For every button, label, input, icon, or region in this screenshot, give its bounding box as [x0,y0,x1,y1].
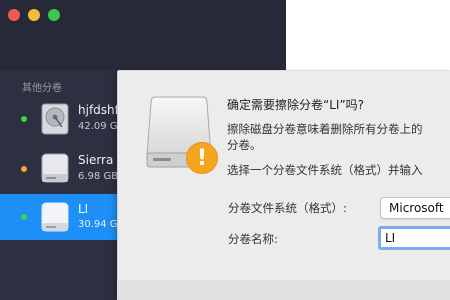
dialog-button-area [117,280,450,300]
status-dot [21,214,27,220]
warning-icon: ! [186,142,218,174]
format-label: 分卷文件系统（格式）: [228,201,347,215]
zoom-window-button[interactable] [48,9,60,21]
disk-size: 42.09 G [78,121,118,132]
sidebar-item-sierra[interactable]: Sierra 6.98 GB [0,146,130,192]
sidebar-section-label: 其他分卷 [22,83,62,94]
dialog-instruction: 选择一个分卷文件系统（格式）并输入 [227,163,423,177]
disk-size: 30.94 G [78,219,118,230]
disk-name: Sierra [78,153,114,167]
dialog-description-line-1: 擦除磁盘分卷意味着删除所有分卷上的 [227,122,423,136]
volume-disk-icon [41,153,69,183]
sidebar-item-hjfdshf[interactable]: hjfdshf 42.09 G [0,96,130,142]
close-window-button[interactable] [8,9,20,21]
volume-name-input[interactable]: LI [378,226,450,250]
status-dot [21,116,27,122]
disk-name: LI [78,202,89,216]
disk-name: hjfdshf [78,103,119,117]
sidebar-item-li[interactable]: LI 30.94 G [0,194,130,240]
minimize-window-button[interactable] [28,9,40,21]
dialog-description: 擦除磁盘分卷意味着删除所有分卷上的 分卷。 [227,121,450,153]
disk-size: 6.98 GB [78,171,119,182]
title-bar-content-area [286,0,450,70]
dialog-description-line-2: 分卷。 [227,138,262,152]
dialog-title: 确定需要擦除分卷“LI”吗? [227,98,365,112]
title-bar-dark [0,0,286,70]
status-dot [21,166,27,172]
title-bar [0,0,450,70]
volume-disk-icon [41,202,69,232]
hard-disk-icon [41,103,69,135]
name-label: 分卷名称: [228,232,278,246]
format-select[interactable]: Microsoft [380,197,450,219]
